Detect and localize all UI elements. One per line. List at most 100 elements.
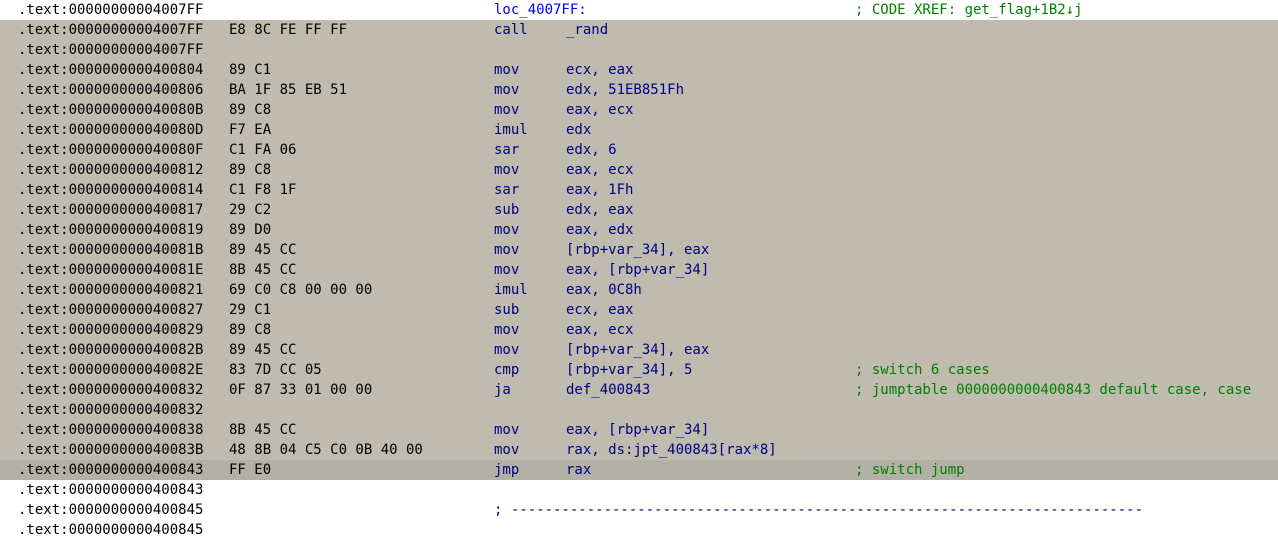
instruction-operands[interactable]: [rbp+var_34], 5: [566, 360, 692, 380]
listing-line[interactable]: .text:000000000040082E 83 7D CC 05 cmp [rbp…: [0, 360, 1278, 380]
instruction-operands[interactable]: eax, [rbp+var_34]: [566, 260, 709, 280]
instruction-mnemonic: imul: [494, 122, 528, 138]
instruction-operands[interactable]: eax, ecx: [566, 320, 633, 340]
instruction-mnemonic: mov: [494, 322, 520, 338]
instruction-operands[interactable]: [rbp+var_34], eax: [566, 340, 709, 360]
listing-line[interactable]: .text:000000000040080D F7 EA imul edx: [0, 120, 1278, 140]
address: .text:000000000040082E: [18, 362, 204, 378]
instruction-mnemonic: cmp: [494, 362, 520, 378]
listing-line[interactable]: .text:00000000004007FF: [0, 40, 1278, 60]
listing-line[interactable]: .text:0000000000400838 8B 45 CC mov eax, [r…: [0, 420, 1278, 440]
opcode-bytes: 83 7D CC 05: [229, 362, 322, 378]
listing-line[interactable]: .text:0000000000400827 29 C1 sub ecx, eax: [0, 300, 1278, 320]
listing-line[interactable]: .text:0000000000400821 69 C0 C8 00 00 00 i…: [0, 280, 1278, 300]
listing-line[interactable]: .text:00000000004007FF loc_4007FF: ; CODE …: [0, 0, 1278, 20]
address: .text:0000000000400804: [18, 62, 204, 78]
opcode-bytes: 89 45 CC: [229, 342, 297, 358]
opcode-bytes: C1 FA 06: [229, 142, 297, 158]
listing-line[interactable]: .text:0000000000400829 89 C8 mov eax, ecx: [0, 320, 1278, 340]
instruction-operands[interactable]: eax, [rbp+var_34]: [566, 420, 709, 440]
opcode-bytes: 89 45 CC: [229, 242, 297, 258]
listing-line[interactable]: .text:0000000000400812 89 C8 mov eax, ecx: [0, 160, 1278, 180]
instruction-mnemonic: mov: [494, 442, 520, 458]
instruction-mnemonic: call: [494, 22, 528, 38]
opcode-bytes: 29 C1: [229, 302, 272, 318]
instruction-mnemonic: ja: [494, 382, 511, 398]
address: .text:00000000004007FF: [18, 42, 204, 58]
listing-line[interactable]: .text:00000000004007FF E8 8C FE FF FF call…: [0, 20, 1278, 40]
instruction-operands[interactable]: def_400843: [566, 380, 650, 400]
address: .text:0000000000400827: [18, 302, 204, 318]
instruction-operands[interactable]: eax, 0C8h: [566, 280, 642, 300]
listing-line[interactable]: .text:0000000000400817 29 C2 sub edx, eax: [0, 200, 1278, 220]
instruction-comment: ; jumptable 0000000000400843 default cas…: [855, 382, 1252, 398]
instruction-operands[interactable]: edx, 51EB851Fh: [566, 80, 684, 100]
opcode-bytes: E8 8C FE FF FF: [229, 22, 348, 38]
opcode-bytes: 48 8B 04 C5 C0 0B 40 00: [229, 442, 423, 458]
address: .text:0000000000400843: [18, 482, 204, 498]
opcode-bytes: FF E0: [229, 462, 272, 478]
address: .text:000000000040080B: [18, 102, 204, 118]
instruction-comment: ; switch 6 cases: [855, 362, 990, 378]
instruction-mnemonic: mov: [494, 82, 520, 98]
opcode-bytes: 89 D0: [229, 222, 272, 238]
disassembly-listing[interactable]: .text:00000000004007FF loc_4007FF: ; CODE …: [0, 0, 1278, 539]
instruction-comment: ; switch jump: [855, 462, 965, 478]
opcode-bytes: 89 C8: [229, 322, 272, 338]
instruction-operands[interactable]: eax, ecx: [566, 160, 633, 180]
listing-line[interactable]: .text:0000000000400806 BA 1F 85 EB 51 mov e…: [0, 80, 1278, 100]
separator-comment: ; --------------------------------------…: [494, 502, 1144, 518]
instruction-comment: ; CODE XREF: get_flag+1B2↓j: [855, 2, 1083, 18]
listing-line[interactable]: .text:0000000000400845 ; ----------------…: [0, 500, 1278, 520]
instruction-mnemonic: sar: [494, 142, 520, 158]
opcode-bytes: 69 C0 C8 00 00 00: [229, 282, 373, 298]
listing-line[interactable]: .text:0000000000400819 89 D0 mov eax, edx: [0, 220, 1278, 240]
instruction-mnemonic: mov: [494, 242, 520, 258]
listing-line[interactable]: .text:0000000000400832: [0, 400, 1278, 420]
instruction-operands[interactable]: [rbp+var_34], eax: [566, 240, 709, 260]
listing-line[interactable]: .text:000000000040080B 89 C8 mov eax, ecx: [0, 100, 1278, 120]
current-listing-line[interactable]: .text:0000000000400843 FF E0 jmp rax ; switc…: [0, 460, 1278, 480]
address: .text:000000000040083B: [18, 442, 204, 458]
instruction-operands[interactable]: rax, ds:jpt_400843[rax*8]: [566, 440, 777, 460]
listing-line[interactable]: .text:000000000040081E 8B 45 CC mov eax, [r…: [0, 260, 1278, 280]
instruction-mnemonic: mov: [494, 162, 520, 178]
listing-line[interactable]: .text:000000000040081B 89 45 CC mov [rbp+va…: [0, 240, 1278, 260]
instruction-operands[interactable]: _rand: [566, 20, 608, 40]
address: .text:0000000000400819: [18, 222, 204, 238]
listing-line[interactable]: .text:0000000000400845: [0, 520, 1278, 539]
listing-line[interactable]: .text:0000000000400843: [0, 480, 1278, 500]
code-label[interactable]: loc_4007FF:: [494, 0, 587, 20]
opcode-bytes: BA 1F 85 EB 51: [229, 82, 348, 98]
instruction-operands[interactable]: edx: [566, 120, 591, 140]
instruction-mnemonic: imul: [494, 282, 528, 298]
instruction-operands[interactable]: ecx, eax: [566, 60, 633, 80]
address: .text:000000000040081E: [18, 262, 204, 278]
instruction-operands[interactable]: rax: [566, 460, 591, 480]
instruction-operands[interactable]: ecx, eax: [566, 300, 633, 320]
instruction-operands[interactable]: eax, edx: [566, 220, 633, 240]
address: .text:0000000000400845: [18, 522, 204, 538]
opcode-bytes: 89 C8: [229, 102, 272, 118]
instruction-operands[interactable]: edx, eax: [566, 200, 633, 220]
address: .text:000000000040081B: [18, 242, 204, 258]
listing-line[interactable]: .text:000000000040083B 48 8B 04 C5 C0 0B …: [0, 440, 1278, 460]
instruction-mnemonic: sub: [494, 302, 520, 318]
listing-line[interactable]: .text:0000000000400804 89 C1 mov ecx, eax: [0, 60, 1278, 80]
opcode-bytes: C1 F8 1F: [229, 182, 297, 198]
opcode-bytes: F7 EA: [229, 122, 272, 138]
address: .text:0000000000400812: [18, 162, 204, 178]
address: .text:0000000000400821: [18, 282, 204, 298]
instruction-mnemonic: mov: [494, 222, 520, 238]
listing-line[interactable]: .text:000000000040080F C1 FA 06 sar edx, 6: [0, 140, 1278, 160]
listing-line[interactable]: .text:000000000040082B 89 45 CC mov [rbp+va…: [0, 340, 1278, 360]
instruction-operands[interactable]: eax, ecx: [566, 100, 633, 120]
listing-line[interactable]: .text:0000000000400832 0F 87 33 01 00 00 j…: [0, 380, 1278, 400]
instruction-operands[interactable]: edx, 6: [566, 140, 617, 160]
address: .text:0000000000400843: [18, 462, 204, 478]
listing-line[interactable]: .text:0000000000400814 C1 F8 1F sar eax, 1F…: [0, 180, 1278, 200]
address: .text:0000000000400832: [18, 402, 204, 418]
address: .text:000000000040080D: [18, 122, 204, 138]
instruction-operands[interactable]: eax, 1Fh: [566, 180, 633, 200]
opcode-bytes: 89 C1: [229, 62, 272, 78]
